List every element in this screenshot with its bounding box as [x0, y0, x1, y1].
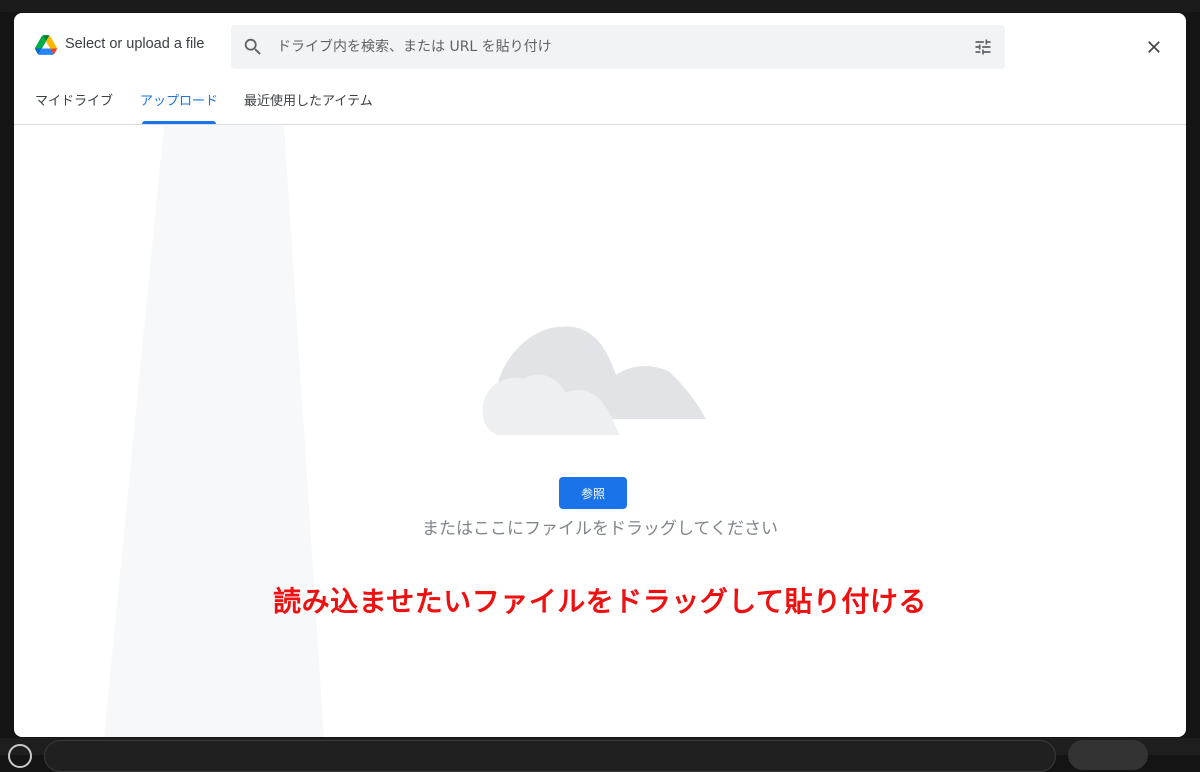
- info-icon: [8, 744, 32, 768]
- search-icon[interactable]: [242, 36, 264, 58]
- background-decoration: [104, 125, 324, 737]
- cloud-icon: [482, 326, 706, 435]
- instruction-annotation: 読み込ませたいファイルをドラッグして貼り付ける: [273, 585, 927, 618]
- drop-hint-text: またはここにファイルをドラッグしてください: [422, 519, 778, 539]
- tab-recent-items[interactable]: 最近使用したアイテム: [244, 81, 373, 124]
- background-chat-bar: [0, 738, 1200, 772]
- tab-bar: マイドライブ アップロード 最近使用したアイテム: [14, 81, 1186, 125]
- file-picker-dialog: Select or upload a file マイドライブ アップロード 最近…: [14, 13, 1186, 737]
- tab-upload[interactable]: アップロード: [140, 81, 218, 124]
- browse-button[interactable]: 参照: [559, 477, 627, 509]
- google-drive-logo-icon: [35, 35, 57, 55]
- search-input[interactable]: [277, 25, 957, 69]
- background-run-button: [1068, 740, 1148, 770]
- dialog-header: Select or upload a file: [14, 13, 1186, 81]
- tab-my-drive[interactable]: マイドライブ: [35, 81, 113, 124]
- search-box[interactable]: [231, 25, 1005, 69]
- tune-icon[interactable]: [973, 37, 993, 57]
- dialog-title: Select or upload a file: [65, 36, 205, 52]
- upload-drop-zone[interactable]: 参照 またはここにファイルをドラッグしてください 読み込ませたいファイルをドラッ…: [14, 125, 1186, 737]
- background-chat-input: [44, 740, 1056, 772]
- close-icon[interactable]: [1144, 37, 1164, 57]
- background-window-top: [0, 0, 1200, 12]
